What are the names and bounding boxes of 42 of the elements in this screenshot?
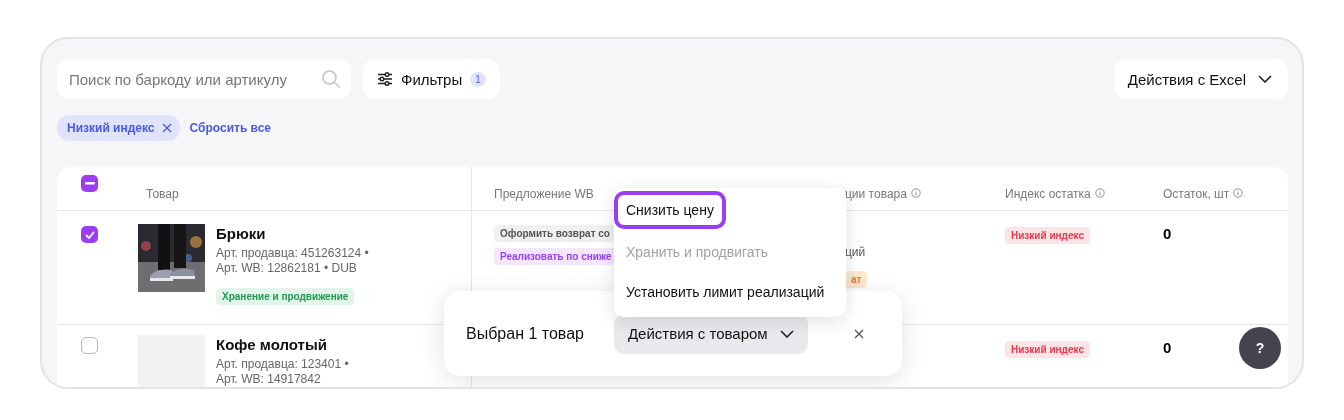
- product-name[interactable]: Брюки: [216, 225, 266, 242]
- index-tag: Низкий индекс: [1005, 341, 1090, 358]
- cell-text: ций: [845, 245, 866, 259]
- close-icon[interactable]: [161, 123, 172, 133]
- info-icon[interactable]: [1233, 187, 1244, 198]
- close-icon[interactable]: [853, 328, 864, 339]
- column-header: Предложение WB: [494, 186, 594, 201]
- selection-count: Выбран 1 товар: [466, 324, 584, 343]
- search-icon: [321, 69, 341, 89]
- row-checkbox[interactable]: [81, 337, 98, 354]
- column-header: Остаток, шт: [1163, 186, 1230, 201]
- chevron-down-icon: [779, 329, 794, 338]
- info-icon[interactable]: [910, 187, 921, 198]
- wb-article: Арт. WB: 12862181 • DUB: [216, 261, 357, 276]
- select-all-checkbox[interactable]: [81, 175, 98, 192]
- column-header: Индекс остатка: [1005, 186, 1091, 201]
- seller-article: Арт. продавца: 451263124 •: [216, 246, 369, 261]
- product-name[interactable]: Кофе молотый: [216, 336, 327, 353]
- status-tag: Хранение и продвижение: [216, 288, 355, 305]
- filter-chip[interactable]: Низкий индекс: [57, 115, 180, 141]
- wb-article: Арт. WB: 14917842: [216, 372, 321, 387]
- check-icon: [84, 230, 95, 239]
- row-checkbox[interactable]: [81, 226, 98, 243]
- status-tag: ат: [845, 271, 868, 288]
- seller-article: Арт. продавца: 123401 •: [216, 357, 349, 372]
- reset-link[interactable]: Сбросить все: [189, 121, 272, 135]
- product-actions-dropdown[interactable]: Действия с товаром: [613, 313, 808, 354]
- filters-button[interactable]: Фильтры 1: [363, 59, 500, 99]
- count-badge: 1: [470, 71, 486, 87]
- minus-icon: [84, 182, 95, 185]
- menu-item[interactable]: Снизить цену: [614, 191, 726, 229]
- column-header: Товар: [146, 186, 179, 201]
- column-header: ции товара: [845, 186, 907, 201]
- sliders-icon: [377, 72, 393, 86]
- info-icon[interactable]: [1094, 187, 1105, 198]
- stock-value: 0: [1163, 339, 1172, 356]
- chevron-down-icon: [1258, 75, 1272, 83]
- excel-actions-dropdown[interactable]: Действия с Excel: [1113, 59, 1288, 99]
- menu-item[interactable]: Установить лимит реализаций: [614, 273, 846, 311]
- stock-value: 0: [1163, 225, 1172, 242]
- search-field[interactable]: Поиск по баркоду или артикулу: [57, 59, 351, 99]
- index-tag: Низкий индекс: [1005, 227, 1090, 244]
